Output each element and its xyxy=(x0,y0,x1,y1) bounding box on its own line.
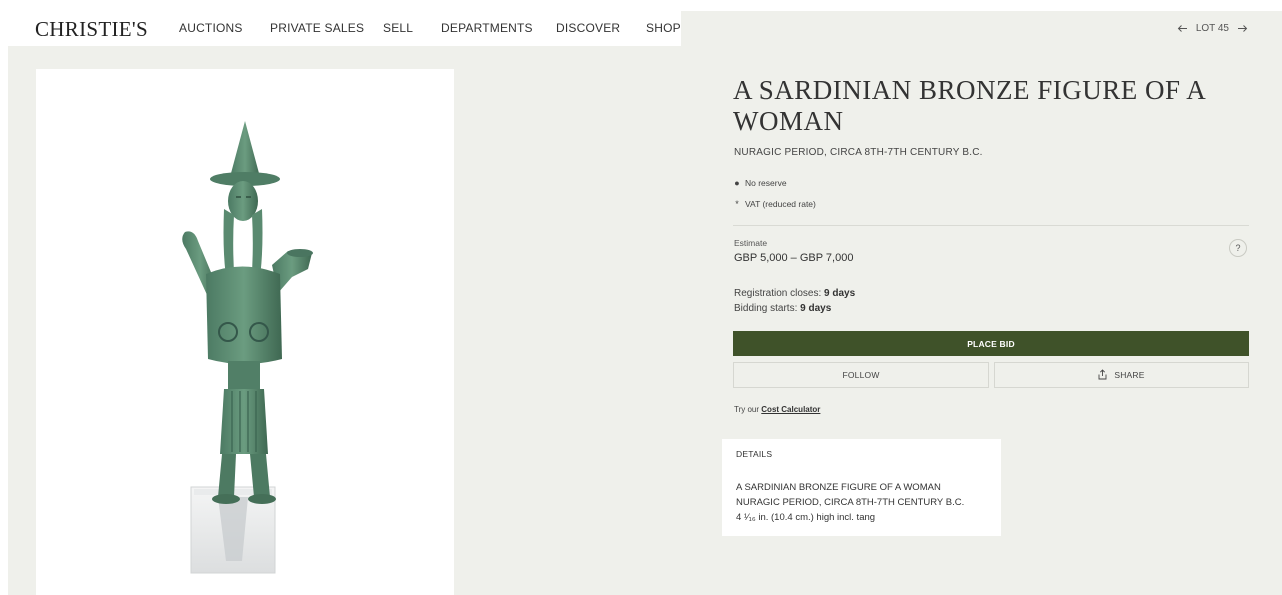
registration-value: 9 days xyxy=(824,288,856,299)
cost-calculator-link[interactable]: Cost Calculator xyxy=(761,405,820,414)
lot-image-panel[interactable] xyxy=(36,69,454,595)
registration-closes: Registration closes: 9 days xyxy=(734,288,855,299)
bidding-value: 9 days xyxy=(800,303,832,314)
details-line: A SARDINIAN BRONZE FIGURE OF A WOMAN xyxy=(736,482,941,493)
arrow-left-icon[interactable] xyxy=(1177,24,1188,33)
note-text: VAT (reduced rate) xyxy=(745,199,816,209)
nav-item-departments[interactable]: DEPARTMENTS xyxy=(441,21,533,35)
lot-number: LOT 45 xyxy=(1195,23,1229,34)
lot-title: A SARDINIAN BRONZE FIGURE OF A WOMAN xyxy=(733,75,1205,136)
note-text: No reserve xyxy=(745,178,787,188)
share-button[interactable]: SHARE xyxy=(994,362,1249,388)
christies-logo[interactable]: CHRISTIE'S xyxy=(35,17,148,42)
vat-note: * VAT (reduced rate) xyxy=(734,199,816,209)
no-reserve-note: ● No reserve xyxy=(734,178,787,188)
nav-item-sell[interactable]: SELL xyxy=(383,21,413,35)
nav-item-private-sales[interactable]: PRIVATE SALES xyxy=(270,21,364,35)
details-heading[interactable]: DETAILS xyxy=(736,449,772,459)
asterisk-icon: * xyxy=(735,199,739,209)
cost-calculator-line: Try our Cost Calculator xyxy=(734,405,820,414)
place-bid-button[interactable]: PLACE BID xyxy=(733,331,1249,356)
details-panel: DETAILS A SARDINIAN BRONZE FIGURE OF A W… xyxy=(722,439,1001,536)
details-line: NURAGIC PERIOD, CIRCA 8TH-7TH CENTURY B.… xyxy=(736,497,965,508)
nav-item-auctions[interactable]: AUCTIONS xyxy=(179,21,243,35)
follow-label: FOLLOW xyxy=(842,370,880,380)
bidding-starts: Bidding starts: 9 days xyxy=(734,303,831,314)
follow-button[interactable]: FOLLOW xyxy=(733,362,989,388)
estimate-label: Estimate xyxy=(734,238,768,248)
bronze-figure-image xyxy=(182,121,313,574)
details-line: 4 ¹⁄₁₆ in. (10.4 cm.) high incl. tang xyxy=(736,512,876,523)
share-label: SHARE xyxy=(1114,370,1145,380)
top-navigation: CHRISTIE'S AUCTIONS PRIVATE SALES SELL D… xyxy=(8,11,681,46)
lot-navigation: LOT 45 xyxy=(1177,23,1248,34)
nav-item-shop[interactable]: SHOP xyxy=(646,21,681,35)
arrow-right-icon[interactable] xyxy=(1237,24,1248,33)
bidding-label: Bidding starts: xyxy=(734,303,798,314)
page-frame: CHRISTIE'S AUCTIONS PRIVATE SALES SELL D… xyxy=(8,11,1282,595)
estimate-value: GBP 5,000 – GBP 7,000 xyxy=(734,252,854,264)
registration-label: Registration closes: xyxy=(734,288,822,299)
nav-item-discover[interactable]: DISCOVER xyxy=(556,21,620,35)
section-divider xyxy=(733,225,1249,226)
lot-subtitle: NURAGIC PERIOD, CIRCA 8TH-7TH CENTURY B.… xyxy=(734,147,983,158)
bullet-icon: ● xyxy=(734,178,740,188)
cost-prefix: Try our xyxy=(734,405,760,414)
estimate-help-button[interactable]: ? xyxy=(1229,239,1247,257)
share-icon xyxy=(1098,368,1107,382)
